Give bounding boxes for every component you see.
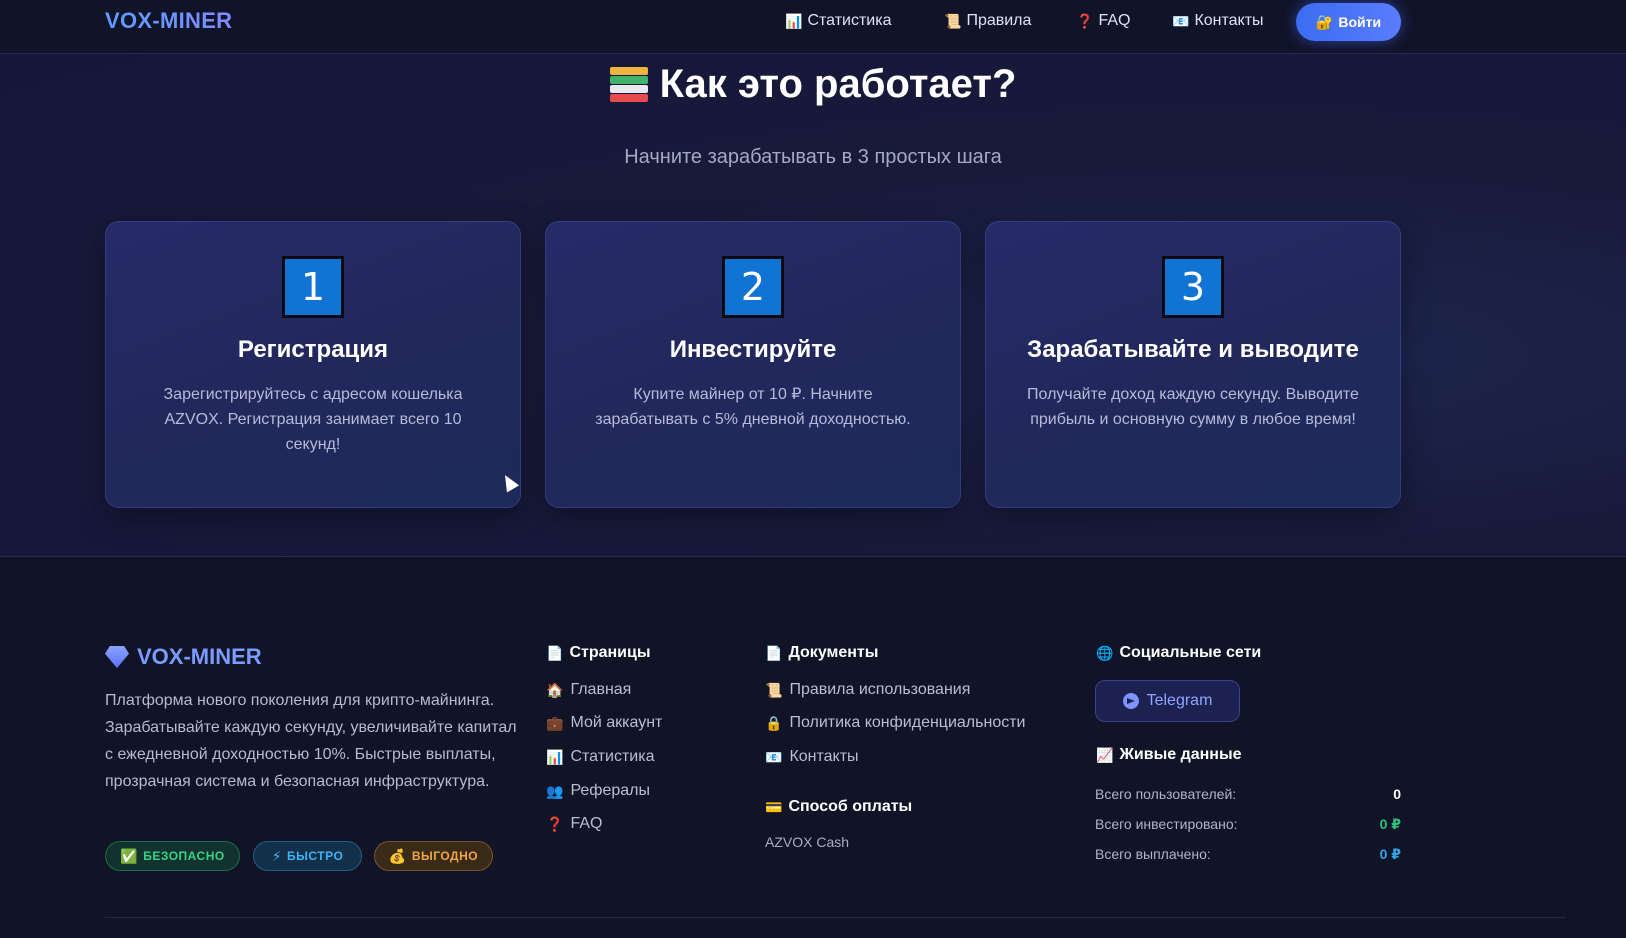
footer-link-label: Рефералы	[570, 782, 650, 799]
document-icon: 📄	[765, 645, 783, 661]
briefcase-icon: 💼	[546, 715, 564, 731]
stat-paid-label: Всего выплачено:	[1095, 846, 1211, 862]
payment-method: AZVOX Cash	[765, 834, 850, 850]
site-logo[interactable]: VOX-MINER	[105, 8, 232, 34]
credit-card-icon: 💳	[765, 799, 783, 815]
diamond-icon	[105, 646, 129, 668]
footer-link-contacts[interactable]: 📧 Контакты	[765, 748, 859, 766]
scroll-icon: 📜	[944, 13, 962, 29]
money-bag-icon: 💰	[388, 848, 407, 864]
footer-link-account[interactable]: 💼 Мой аккаунт	[546, 714, 662, 732]
scroll-icon: 📜	[765, 682, 783, 698]
nav-item-rules[interactable]: 📜 Правила	[944, 12, 1031, 30]
footer-link-label: Контакты	[789, 748, 859, 765]
footer-link-privacy[interactable]: 🔒 Политика конфиденциальности	[765, 714, 1025, 732]
live-data-heading-text: Живые данные	[1119, 746, 1242, 763]
footer-link-statistics[interactable]: 📊 Статистика	[546, 748, 654, 766]
stat-users-value: 0	[1393, 786, 1401, 802]
top-nav: VOX-MINER 📊 Статистика 📜 Правила ❓ FAQ 📧…	[0, 0, 1626, 54]
step-card: 3 Зарабатывайте и выводите Получайте дох…	[985, 221, 1401, 508]
footer-link-label: Статистика	[570, 748, 655, 765]
badge-label: ВЫГОДНО	[411, 849, 479, 863]
payment-heading: 💳 Способ оплаты	[765, 798, 912, 816]
stat-invested-value: 0 ₽	[1379, 816, 1401, 832]
stat-users-label: Всего пользователей:	[1095, 786, 1237, 802]
how-it-works-section: Как это работает? Начните зарабатывать в…	[0, 54, 1626, 557]
footer-link-label: Главная	[570, 681, 632, 698]
payment-heading-text: Способ оплаты	[788, 798, 913, 815]
telegram-button[interactable]: Telegram	[1095, 680, 1240, 722]
lock-icon: 🔒	[765, 715, 783, 731]
footer-link-faq[interactable]: ❓ FAQ	[546, 815, 602, 833]
step-number-icon: 1	[282, 256, 344, 318]
nav-item-statistics[interactable]: 📊 Статистика	[785, 12, 891, 30]
step-title: Инвестируйте	[669, 336, 837, 363]
step-card: 2 Инвестируйте Купите майнер от 10 ₽. На…	[545, 221, 961, 508]
nav-item-contacts[interactable]: 📧 Контакты	[1172, 12, 1264, 30]
login-button-label: Войти	[1338, 14, 1382, 30]
telegram-button-label: Telegram	[1146, 692, 1213, 709]
books-icon	[609, 65, 648, 105]
step-number-icon: 2	[722, 256, 784, 318]
step-title: Зарабатывайте и выводите	[1027, 336, 1359, 363]
footer-description: Платформа нового поколения для крипто-ма…	[105, 692, 517, 790]
login-button[interactable]: 🔐 Войти	[1296, 3, 1401, 41]
nav-item-label: Правила	[966, 12, 1032, 29]
nav-item-label: FAQ	[1098, 12, 1131, 29]
envelope-icon: 📧	[765, 749, 783, 765]
badge-profit: 💰 ВЫГОДНО	[374, 841, 493, 871]
chart-icon: 📊	[546, 749, 564, 765]
globe-icon: 🌐	[1096, 645, 1114, 661]
footer-link-label: Политика конфиденциальности	[789, 714, 1026, 731]
badge-safe: ✅ БЕЗОПАСНО	[105, 841, 240, 871]
house-icon: 🏠	[546, 682, 564, 698]
footer-link-label: Мой аккаунт	[570, 714, 663, 731]
documents-heading: 📄 Документы	[765, 644, 878, 662]
footer-link-label: FAQ	[570, 815, 603, 832]
footer-divider	[105, 917, 1566, 918]
footer-link-label: Правила использования	[789, 681, 971, 698]
live-data-heading: 📈 Живые данные	[1096, 746, 1242, 764]
badge-fast: ⚡ БЫСТРО	[253, 841, 362, 871]
pages-heading: 📄 Страницы	[546, 644, 651, 662]
social-heading-text: Социальные сети	[1119, 644, 1262, 661]
pages-heading-text: Страницы	[569, 644, 651, 661]
question-icon: ❓	[1076, 13, 1094, 29]
trending-up-icon: 📈	[1096, 747, 1114, 763]
documents-heading-text: Документы	[788, 644, 879, 661]
footer: VOX-MINER Платформа нового поколения для…	[0, 557, 1626, 938]
telegram-icon	[1122, 693, 1139, 709]
question-icon: ❓	[546, 816, 564, 832]
step-title: Регистрация	[237, 336, 389, 363]
users-icon: 👥	[546, 783, 564, 799]
badge-label: БЕЗОПАСНО	[143, 849, 225, 863]
lock-icon: 🔐	[1315, 14, 1334, 30]
step-number-icon: 3	[1162, 256, 1224, 318]
nav-item-label: Статистика	[807, 12, 892, 29]
footer-link-referrals[interactable]: 👥 Рефералы	[546, 782, 650, 800]
check-icon: ✅	[120, 848, 139, 864]
nav-item-label: Контакты	[1194, 12, 1264, 29]
section-title-text: Как это работает?	[659, 62, 1017, 106]
page-icon: 📄	[546, 645, 564, 661]
section-title: Как это работает?	[0, 62, 1626, 107]
lightning-icon: ⚡	[271, 848, 283, 864]
stat-invested-label: Всего инвестировано:	[1095, 816, 1238, 832]
badge-label: БЫСТРО	[287, 849, 344, 863]
footer-link-terms[interactable]: 📜 Правила использования	[765, 681, 970, 699]
step-text: Зарегистрируйтесь с адресом кошелька AZV…	[163, 386, 463, 453]
footer-logo[interactable]: VOX-MINER	[105, 644, 262, 670]
step-text: Получайте доход каждую секунду. Выводите…	[1027, 386, 1359, 428]
envelope-icon: 📧	[1172, 13, 1190, 29]
step-text: Купите майнер от 10 ₽. Начните зарабатыв…	[595, 386, 911, 428]
nav-item-faq[interactable]: ❓ FAQ	[1076, 12, 1130, 30]
social-heading: 🌐 Социальные сети	[1096, 644, 1261, 662]
chart-icon: 📊	[785, 13, 803, 29]
footer-logo-text: VOX-MINER	[137, 644, 262, 669]
step-card: 1 Регистрация Зарегистрируйтесь с адресо…	[105, 221, 521, 508]
section-subtitle: Начните зарабатывать в 3 простых шага	[624, 146, 1002, 168]
footer-link-home[interactable]: 🏠 Главная	[546, 681, 631, 699]
stat-paid-value: 0 ₽	[1379, 846, 1401, 862]
